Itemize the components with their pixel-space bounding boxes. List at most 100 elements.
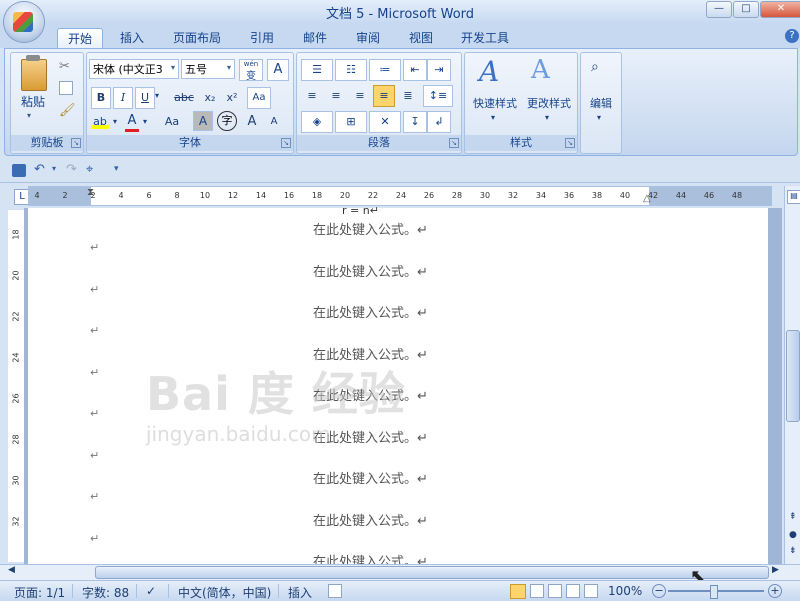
scroll-right-icon[interactable]: ▶	[772, 565, 779, 575]
draft-icon[interactable]	[584, 584, 598, 598]
zoom-slider-thumb[interactable]	[710, 585, 718, 599]
page-count[interactable]: 页面: 1/1	[14, 584, 65, 601]
word-count[interactable]: 字数: 88	[82, 584, 129, 601]
undo-dropdown-icon[interactable]: ▾	[52, 164, 56, 173]
clipboard-launcher-icon[interactable]: ↘	[71, 138, 81, 148]
subscript-button[interactable]: x₂	[199, 87, 221, 109]
vertical-scroll-thumb[interactable]	[786, 330, 800, 422]
quick-styles-dropdown-icon[interactable]: ▾	[491, 113, 495, 122]
font-color-icon[interactable]: A	[125, 113, 139, 132]
borders-icon[interactable]: ⊞	[335, 111, 367, 133]
formula-placeholder[interactable]: 在此处键入公式。↵	[313, 427, 513, 446]
change-styles-dropdown-icon[interactable]: ▾	[545, 113, 549, 122]
sort-icon[interactable]: ↧	[403, 111, 427, 133]
web-layout-icon[interactable]	[548, 584, 562, 598]
bullets-icon[interactable]: ☰	[301, 59, 333, 81]
tab-home[interactable]: 开始	[57, 28, 103, 49]
document-page[interactable]: r = n↵ 在此处键入公式。↵ ↵ 在此处键入公式。↵ ↵ 在此处键入公式。↵ ↵ 在此处…	[28, 204, 768, 570]
formula-placeholder[interactable]: 在此处键入公式。↵	[313, 219, 513, 238]
tab-references[interactable]: 引用	[240, 28, 284, 48]
formula-placeholder[interactable]: 在此处键入公式。↵	[313, 302, 513, 321]
underline-dropdown-icon[interactable]: ▾	[155, 91, 159, 100]
tab-page-layout[interactable]: 页面布局	[165, 28, 229, 48]
format-painter-icon[interactable]: 🖌	[59, 103, 76, 118]
quick-styles-icon[interactable]: A	[479, 55, 499, 88]
full-screen-reading-icon[interactable]	[530, 584, 544, 598]
tab-developer[interactable]: 开发工具	[452, 28, 518, 48]
font-launcher-icon[interactable]: ↘	[281, 138, 291, 148]
customize-qat-icon[interactable]: ▾	[114, 164, 119, 174]
multilevel-list-icon[interactable]: ≔	[369, 59, 401, 81]
highlight-dropdown-icon[interactable]: ▾	[113, 117, 117, 126]
proofing-icon[interactable]: ✓	[146, 584, 156, 598]
view-ruler-icon[interactable]: ▤	[787, 190, 800, 204]
font-name-dropdown-icon[interactable]: ▾	[171, 63, 175, 72]
change-styles-button[interactable]: 更改样式	[521, 95, 577, 111]
italic-button[interactable]: I	[113, 87, 133, 109]
right-indent-icon[interactable]: △	[643, 193, 651, 204]
binoculars-icon[interactable]: ⌕	[591, 59, 599, 75]
font-size-dropdown-icon[interactable]: ▾	[227, 63, 231, 72]
save-icon[interactable]	[12, 164, 26, 177]
align-right-icon[interactable]: ≡	[349, 85, 371, 107]
vertical-ruler[interactable]: 18 20 22 24 26 28 30 32	[8, 210, 25, 562]
help-icon[interactable]: ?	[785, 29, 799, 43]
font-color-dropdown-icon[interactable]: ▾	[143, 117, 147, 126]
zoom-out-icon[interactable]: −	[652, 584, 666, 598]
insert-mode[interactable]: 插入	[288, 584, 312, 601]
outline-icon[interactable]	[566, 584, 580, 598]
cut-icon[interactable]: ✂	[59, 59, 70, 74]
macro-icon[interactable]	[328, 584, 342, 598]
indent-marker-icon[interactable]: ⧗	[87, 187, 94, 198]
show-marks-icon[interactable]: ↲	[427, 111, 451, 133]
paragraph-launcher-icon[interactable]: ↘	[449, 138, 459, 148]
paste-icon[interactable]	[21, 59, 47, 91]
distributed-icon[interactable]: ≣	[397, 85, 419, 107]
change-case-button[interactable]: Aa	[157, 111, 187, 133]
formula-placeholder[interactable]: 在此处键入公式。↵	[313, 468, 513, 487]
undo-icon[interactable]: ↶	[34, 162, 45, 177]
enclose-char-button[interactable]: 字	[217, 111, 237, 131]
underline-button[interactable]: U	[135, 87, 155, 109]
scroll-left-icon[interactable]: ◀	[8, 565, 15, 575]
paste-dropdown-icon[interactable]: ▾	[27, 111, 31, 120]
copy-icon[interactable]	[59, 81, 73, 95]
justify-icon[interactable]: ≡	[373, 85, 395, 107]
tab-mailings[interactable]: 邮件	[293, 28, 337, 48]
close-button[interactable]: ✕	[760, 1, 800, 18]
highlight-icon[interactable]: ab	[91, 115, 109, 129]
zoom-level[interactable]: 100%	[608, 584, 642, 598]
decrease-indent-icon[interactable]: ⇤	[403, 59, 427, 81]
numbering-icon[interactable]: ☷	[335, 59, 367, 81]
print-layout-icon[interactable]	[510, 584, 526, 599]
edit-button[interactable]: 编辑	[581, 95, 621, 111]
chinese-layout-icon[interactable]: ✕	[369, 111, 401, 133]
styles-launcher-icon[interactable]: ↘	[565, 138, 575, 148]
increase-indent-icon[interactable]: ⇥	[427, 59, 451, 81]
quick-styles-button[interactable]: 快速样式	[467, 95, 523, 111]
font-name-combo[interactable]: 宋体 (中文正3	[89, 59, 179, 79]
edit-dropdown-icon[interactable]: ▾	[597, 113, 601, 122]
paste-button[interactable]: 粘贴	[13, 93, 53, 110]
horizontal-ruler[interactable]: 4 2 2 4 6 8 10 12 14 16 18 20 22 24 26 28 30 32 34 36 38 40 42…	[28, 186, 772, 206]
zoom-in-icon[interactable]: +	[768, 584, 782, 598]
horizontal-scroll-thumb[interactable]	[95, 566, 769, 579]
browse-object-icon[interactable]: ●	[789, 530, 797, 540]
strikethrough-button[interactable]: abc	[171, 87, 197, 109]
align-center-icon[interactable]: ≡	[325, 85, 347, 107]
formula-placeholder[interactable]: 在此处键入公式。↵	[313, 510, 513, 529]
tab-insert[interactable]: 插入	[110, 28, 154, 48]
clear-format-icon[interactable]: Aa	[247, 87, 271, 109]
language[interactable]: 中文(简体，中国)	[178, 584, 271, 601]
align-left-icon[interactable]: ≡	[301, 85, 323, 107]
next-page-icon[interactable]: ⇟	[789, 546, 797, 556]
tab-review[interactable]: 审阅	[346, 28, 390, 48]
grow-font-button[interactable]: A	[241, 111, 263, 133]
prev-page-icon[interactable]: ⇞	[789, 512, 797, 522]
shrink-font-button[interactable]: A	[263, 111, 285, 133]
change-styles-icon[interactable]: A	[531, 55, 550, 85]
superscript-button[interactable]: x²	[221, 87, 243, 109]
restore-button[interactable]: □	[733, 1, 759, 18]
redo-icon[interactable]: ↷	[66, 162, 77, 177]
phonetic-guide-button[interactable]: wén 变	[239, 59, 263, 82]
